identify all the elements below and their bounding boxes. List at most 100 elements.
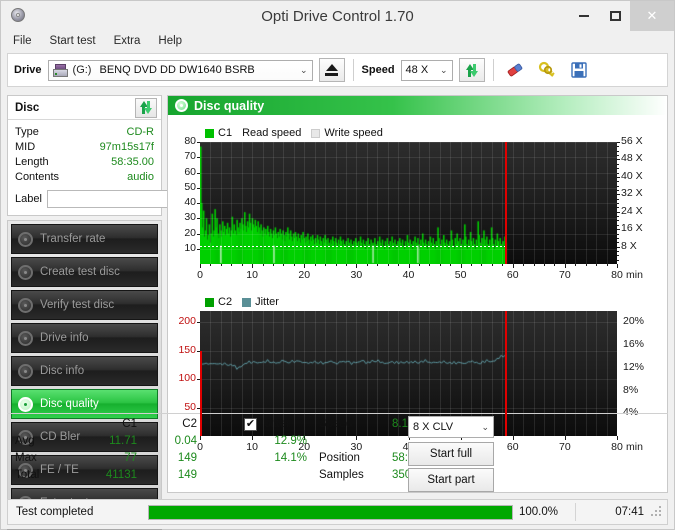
c1-xminor-tick <box>564 264 566 266</box>
speed-value: 48 X <box>405 64 429 76</box>
disc-row-mid: MID 97m15s17f <box>15 140 154 155</box>
speed-select[interactable]: 48 X ⌄ <box>400 59 453 81</box>
c1-xminor-tick <box>314 264 316 266</box>
c1-average-line <box>200 246 506 248</box>
jitter-checkbox[interactable]: ✔ <box>244 418 257 431</box>
sidebar-item-label: Disc info <box>40 365 85 377</box>
legend-swatch-write-speed <box>311 128 321 138</box>
jitter-c2-tick-label: 50 <box>184 400 196 413</box>
stats-samples-label: Samples <box>319 469 364 481</box>
c1-ytick-label: 20 <box>184 226 196 239</box>
disc-quality-header: Disc quality <box>168 96 667 115</box>
menu-item-file[interactable]: File <box>13 34 42 48</box>
disc-label-key: Label <box>15 192 42 205</box>
stats-header-c2: C2 <box>182 418 197 430</box>
stats-jitter-max: 14.1% <box>274 452 307 464</box>
start-part-button[interactable]: Start part <box>408 468 494 492</box>
erase-icon[interactable] <box>502 58 528 82</box>
stats-jitter-avg: 12.9% <box>274 435 307 447</box>
c1-speed-minor-tick <box>617 211 619 213</box>
jitter-percent-tick-label: 12% <box>623 360 645 373</box>
c1-ytick-label: 60 <box>184 165 196 178</box>
app-window: Opti Drive Control 1.70 ✕ File Start tes… <box>0 0 675 530</box>
sidebar-item-label: Disc quality <box>40 398 99 410</box>
status-bar: Test completed 100.0% 07:41 <box>7 499 668 525</box>
sidebar-item-create-test-disc[interactable]: Create test disc <box>11 257 158 287</box>
gridline-horizontal <box>200 188 617 189</box>
drive-name: BENQ DVD DD DW1640 BSRB <box>99 64 255 76</box>
c1-xminor-tick <box>283 264 285 266</box>
c1-xtick-label: 70 <box>559 269 571 281</box>
stats-header-c1: C1 <box>122 418 137 430</box>
c1-speed-tick-label: 32 X <box>621 187 643 200</box>
disc-card-header: Disc <box>8 96 161 120</box>
legend-label-jitter: Jitter <box>255 296 279 308</box>
progress-fill <box>149 505 512 519</box>
c1-xminor-tick <box>387 264 389 266</box>
c1-xminor-tick <box>429 264 431 266</box>
sidebar-item-verify-test-disc[interactable]: Verify test disc <box>11 290 158 320</box>
resize-grip[interactable] <box>650 505 664 519</box>
legend-label-read-speed: Read speed <box>242 127 302 139</box>
jitter-position-marker <box>505 311 507 436</box>
menu-item-start-test[interactable]: Start test <box>50 34 106 48</box>
c1-xminor-tick <box>450 264 452 266</box>
keys-icon[interactable] <box>534 58 560 82</box>
save-icon[interactable] <box>566 58 592 82</box>
sidebar-item-disc-info[interactable]: Disc info <box>11 356 158 386</box>
c1-xtick-label: 40 <box>402 269 415 281</box>
write-strategy-select[interactable]: 8 X CLV ⌄ <box>408 416 494 438</box>
c1-xminor-tick <box>200 264 201 266</box>
clv-value: 8 X CLV <box>413 421 454 433</box>
c1-speed-minor-tick <box>617 155 619 157</box>
menu-item-help[interactable]: Help <box>158 34 192 48</box>
c1-xminor-tick <box>596 264 598 266</box>
legend-swatch-jitter <box>242 297 252 307</box>
disc-icon <box>18 396 33 412</box>
eject-icon[interactable] <box>318 58 345 82</box>
jitter-percent-tick-label: 8% <box>623 383 639 396</box>
refresh-icon[interactable] <box>458 58 485 82</box>
toolbar: Drive (G:) BENQ DVD DD DW1640 BSRB ⌄ Spe… <box>7 53 668 87</box>
gridline-horizontal <box>200 203 617 204</box>
disc-row-value: CD-R <box>126 126 155 138</box>
c1-ytick-label: 40 <box>184 196 196 208</box>
sidebar-item-transfer-rate[interactable]: Transfer rate <box>11 224 158 254</box>
refresh-disc-icon[interactable] <box>135 97 157 118</box>
gridline-horizontal <box>200 249 617 250</box>
c1-xminor-tick <box>241 264 243 266</box>
c1-speed-minor-tick <box>617 233 619 235</box>
c1-speed-tick-label: 8 X <box>621 239 637 252</box>
content-area: Disc Type CD-R MID 97m15s17f Length 58:3… <box>7 95 668 530</box>
c1-speed-minor-tick <box>617 163 619 165</box>
jitter-c2-tick-label: 200 <box>178 315 196 328</box>
c1-speed-minor-tick <box>617 198 619 200</box>
c1-ytick <box>197 187 200 189</box>
gridline-horizontal <box>200 173 617 174</box>
c1-ytick-label: 70 <box>184 150 196 163</box>
progress-bar <box>148 504 513 520</box>
drive-icon <box>52 63 68 77</box>
c1-ytick <box>197 218 200 220</box>
disc-row-key: Contents <box>15 171 60 183</box>
gridline-horizontal <box>200 322 617 323</box>
menu-item-extra[interactable]: Extra <box>114 34 151 48</box>
c1-speed-tick-label: 16 X <box>621 222 643 235</box>
start-full-button[interactable]: Start full <box>408 442 494 466</box>
c1-ytick-label: 80 <box>184 135 196 147</box>
drive-select[interactable]: (G:) BENQ DVD DD DW1640 BSRB ⌄ <box>47 59 313 81</box>
chevron-down-icon: ⌄ <box>440 64 448 75</box>
c1-speed-tick-label: 48 X <box>621 152 643 165</box>
c1-xminor-tick <box>231 264 233 266</box>
jitter-start-marker <box>200 351 202 436</box>
chevron-down-icon: ⌄ <box>481 421 489 432</box>
stats-position-label: Position <box>319 452 360 464</box>
c1-ytick <box>197 142 200 143</box>
c1-speed-minor-tick <box>617 176 619 178</box>
toolbar-divider <box>492 59 494 81</box>
stats-row-total: Total <box>15 469 40 481</box>
c1-xminor-tick <box>304 264 306 266</box>
sidebar-item-drive-info[interactable]: Drive info <box>11 323 158 353</box>
c1-speed-minor-tick <box>617 242 619 244</box>
gridline-horizontal <box>200 351 617 352</box>
